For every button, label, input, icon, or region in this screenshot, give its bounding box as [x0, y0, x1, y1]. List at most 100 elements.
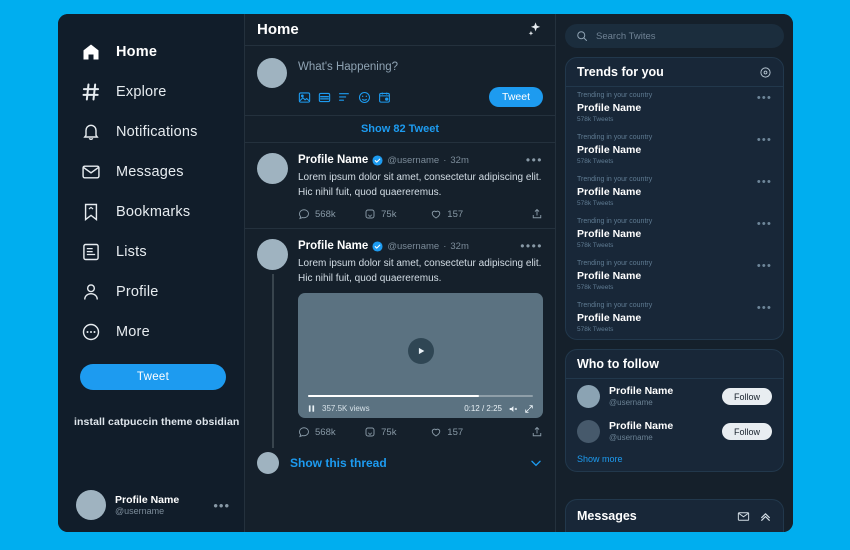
avatar — [257, 239, 288, 270]
trend-name: Profile Name — [577, 311, 642, 324]
avatar — [577, 420, 600, 443]
sidebar-item-label: Lists — [116, 244, 147, 260]
play-button[interactable] — [407, 337, 434, 364]
sparkle-icon[interactable] — [526, 21, 543, 38]
like-count: 157 — [447, 426, 464, 438]
follow-button[interactable]: Follow — [721, 388, 772, 405]
tweet-text: Lorem ipsum dolor sit amet, consectetur … — [298, 258, 542, 284]
like-button[interactable]: 157 — [430, 426, 496, 438]
trend-list: Trending in your country Profile Name 57… — [566, 87, 783, 339]
hashtag-icon — [80, 81, 102, 103]
account-name: Profile Name — [115, 493, 180, 506]
trend-count: 578k Tweets — [577, 199, 614, 207]
tweet-body: Profile Name @username · 32m •••• Lorem … — [298, 239, 543, 438]
trend-count: 578k Tweets — [577, 157, 614, 165]
schedule-icon[interactable] — [378, 91, 391, 104]
list-item[interactable]: Trending in your country Profile Name 57… — [566, 129, 783, 171]
sidebar-item-label: Home — [116, 44, 158, 60]
tweet-handle: @username — [387, 154, 440, 166]
sidebar-item-label: Notifications — [116, 124, 198, 140]
tweet-menu-icon[interactable]: ••• — [526, 153, 543, 167]
sidebar-item-label: Explore — [116, 84, 167, 100]
trend-menu-icon[interactable]: ••• — [757, 92, 772, 104]
reply-button[interactable]: 568k — [298, 426, 364, 438]
sidebar-tweet-button[interactable]: Tweet — [80, 364, 226, 390]
tweet-menu-icon[interactable]: •••• — [520, 239, 543, 253]
show-thread-row[interactable]: Show this thread — [245, 446, 555, 483]
sidebar-item-more[interactable]: More — [58, 312, 244, 352]
show-new-tweets-button[interactable]: Show 82 Tweet — [245, 116, 555, 143]
compose-media-icons — [298, 91, 391, 104]
pause-icon[interactable] — [307, 404, 316, 413]
trends-panel: Trends for you Trending in your country … — [565, 57, 784, 340]
page-title: Home — [257, 21, 299, 38]
list-item[interactable]: Trending in your country Profile Name 57… — [566, 213, 783, 255]
avatar — [257, 58, 287, 88]
home-icon — [80, 41, 102, 63]
trend-texts: Trending in your country Profile Name 57… — [577, 176, 757, 208]
tweet-author-name: Profile Name — [298, 154, 369, 166]
sidebar-account-switcher[interactable]: Profile Name @username ••• — [58, 490, 244, 520]
trend-menu-icon[interactable]: ••• — [757, 260, 772, 272]
list-item[interactable]: Trending in your country Profile Name 57… — [566, 255, 783, 297]
follow-button[interactable]: Follow — [721, 423, 772, 440]
tweet-timestamp: 32m — [450, 240, 469, 252]
compose-input[interactable]: What's Happening? — [298, 56, 543, 73]
trend-menu-icon[interactable]: ••• — [757, 134, 772, 146]
list-item[interactable]: Trending in your country Profile Name 57… — [566, 87, 783, 129]
avatar — [257, 153, 288, 184]
compose-tweet-button[interactable]: Tweet — [488, 87, 543, 107]
sidebar-item-notifications[interactable]: Notifications — [58, 112, 244, 152]
emoji-icon[interactable] — [358, 91, 371, 104]
new-message-icon[interactable] — [737, 510, 750, 523]
app-window: Home Explore Notifications Messages Book… — [58, 14, 793, 532]
like-button[interactable]: 157 — [430, 208, 496, 220]
trend-menu-icon[interactable]: ••• — [757, 176, 772, 188]
mute-icon[interactable] — [508, 404, 518, 414]
retweet-button[interactable]: 75k — [364, 208, 430, 220]
list-item[interactable]: Trending in your country Profile Name 57… — [566, 297, 783, 339]
list-item[interactable]: Profile Name @username Follow — [566, 414, 783, 449]
trend-menu-icon[interactable]: ••• — [757, 218, 772, 230]
gif-icon[interactable] — [318, 91, 331, 104]
show-thread-link[interactable]: Show this thread — [290, 456, 387, 470]
left-sidebar: Home Explore Notifications Messages Book… — [58, 14, 244, 532]
envelope-icon — [80, 161, 102, 183]
retweet-button[interactable]: 75k — [364, 426, 430, 438]
tweet-actions: 568k 75k 157 — [298, 208, 543, 220]
search-input[interactable] — [596, 30, 773, 42]
tweet-author-name: Profile Name — [298, 240, 369, 252]
fullscreen-icon[interactable] — [524, 404, 534, 414]
video-player[interactable]: 357.5K views 0:12 / 2:25 — [298, 293, 543, 418]
image-icon[interactable] — [298, 91, 311, 104]
list-item[interactable]: Profile Name @username Follow — [566, 379, 783, 414]
account-menu-icon[interactable]: ••• — [213, 498, 230, 513]
search-bar[interactable] — [565, 24, 784, 48]
sidebar-item-messages[interactable]: Messages — [58, 152, 244, 192]
share-button[interactable] — [531, 208, 543, 220]
trend-kicker: Trending in your country — [577, 134, 653, 141]
trend-count: 578k Tweets — [577, 325, 614, 333]
poll-icon[interactable] — [338, 91, 351, 104]
gear-icon[interactable] — [759, 66, 772, 79]
list-item[interactable]: Trending in your country Profile Name 57… — [566, 171, 783, 213]
chevron-up-icon[interactable] — [759, 510, 772, 523]
suggested-user-handle: @username — [609, 433, 653, 442]
sidebar-item-profile[interactable]: Profile — [58, 272, 244, 312]
reply-button[interactable]: 568k — [298, 208, 364, 220]
video-progress-bar[interactable] — [308, 394, 533, 397]
suggested-user-handle: @username — [609, 398, 653, 407]
table-row[interactable]: Profile Name @username · 32m ••• Lorem i… — [245, 143, 555, 229]
sidebar-item-bookmarks[interactable]: Bookmarks — [58, 192, 244, 232]
share-button[interactable] — [531, 426, 543, 438]
show-more-link[interactable]: Show more — [566, 449, 783, 471]
suggested-user-name: Profile Name — [609, 420, 674, 433]
account-handle: @username — [115, 505, 165, 516]
messages-header[interactable]: Messages — [566, 500, 783, 532]
trend-menu-icon[interactable]: ••• — [757, 302, 772, 314]
sidebar-item-explore[interactable]: Explore — [58, 72, 244, 112]
table-row[interactable]: Profile Name @username · 32m •••• Lorem … — [245, 229, 555, 448]
sidebar-item-lists[interactable]: Lists — [58, 232, 244, 272]
sidebar-item-home[interactable]: Home — [58, 32, 244, 72]
chevron-down-icon[interactable] — [529, 456, 543, 470]
